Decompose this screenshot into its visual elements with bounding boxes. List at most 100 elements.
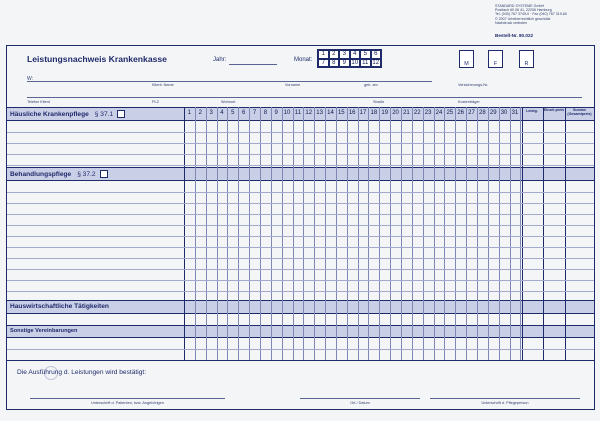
day-column-line — [216, 107, 218, 360]
month-box[interactable]: 10 — [349, 58, 360, 67]
day-header: 14 — [327, 110, 334, 116]
day-header: 22 — [413, 110, 421, 116]
month-box[interactable]: 5 — [360, 50, 371, 59]
table-row-line — [7, 165, 594, 166]
section-bar-other — [7, 325, 594, 338]
month-box[interactable]: 9 — [339, 58, 350, 67]
day-header: 26 — [457, 110, 465, 116]
section-housekeeping: Hauswirtschaftliche Tätigkeiten — [10, 303, 109, 310]
day-column-line — [444, 107, 446, 360]
table-row-line — [7, 280, 594, 281]
day-header: 29 — [489, 110, 497, 116]
day-header: 24 — [435, 110, 443, 116]
day-column-line — [411, 107, 413, 360]
day-column-line — [303, 107, 305, 360]
page-title: Leistungsnachweis Krankenkasse — [27, 54, 167, 64]
client-line-1[interactable] — [27, 81, 432, 82]
client-name-label: Klient: Name — [152, 83, 174, 87]
form-page: STANDARD SYSTEME GmbH Postfach 60 06 41,… — [0, 0, 600, 421]
company-info: STANDARD SYSTEME GmbH Postfach 60 06 41,… — [495, 4, 595, 25]
section-treatment-para: § 37.2 — [77, 170, 96, 178]
month-box[interactable]: 4 — [349, 50, 360, 59]
month-box[interactable]: 7 — [318, 58, 329, 67]
col-leistg: Leistg. — [526, 109, 538, 113]
day-header: 9 — [274, 110, 278, 116]
day-header: 2 — [198, 110, 202, 116]
day-column-line — [422, 107, 424, 360]
year-field[interactable] — [229, 64, 277, 65]
sig-patient-label: Unterschrift d. Patienten, bzw. Angehöri… — [91, 401, 164, 405]
summary-column-line — [565, 107, 566, 360]
month-box[interactable]: 3 — [339, 50, 350, 59]
table-row-line — [7, 236, 594, 237]
day-column-line — [325, 107, 327, 360]
day-column-line — [314, 107, 316, 360]
day-column-line — [270, 107, 272, 360]
table-row-line — [7, 192, 594, 193]
day-header: 27 — [468, 110, 475, 116]
sig-patient-line[interactable] — [30, 398, 225, 399]
checkbox-f-label: F — [493, 61, 498, 67]
carrier-label: Kostenträger — [458, 100, 480, 104]
company-line: Nachdruck verboten — [495, 20, 528, 25]
col-summe: Summe (Gesamtpreis) — [567, 108, 592, 116]
sig-service-line[interactable] — [430, 398, 580, 399]
month-box[interactable]: 8 — [328, 58, 339, 67]
day-header: 20 — [392, 110, 399, 116]
month-box[interactable]: 1 — [318, 50, 329, 59]
day-header: 19 — [381, 110, 389, 116]
year-label: Jahr: — [213, 57, 227, 63]
section-home-care-para: § 37.1 — [94, 110, 114, 118]
day-header: 11 — [294, 110, 302, 116]
table-row-line — [7, 203, 594, 204]
day-column-line — [433, 107, 435, 360]
zip-label: PLZ — [152, 100, 159, 104]
month-box[interactable]: 2 — [328, 50, 339, 59]
month-box[interactable]: 6 — [370, 50, 381, 59]
phone-label: Telefon Klient — [27, 100, 50, 104]
section-treatment-title: Behandlungspflege — [10, 170, 72, 178]
section-other: Sonstige Vereinbarungen — [10, 328, 78, 334]
summary-column-line — [522, 107, 523, 360]
day-column-line — [184, 107, 185, 360]
table-row-line — [7, 225, 594, 226]
day-header: 21 — [403, 110, 410, 116]
service-table: Häusliche Krankenpflege § 37.1 Behandlung… — [7, 107, 594, 361]
section-home-care: Häusliche Krankenpflege § 37.1 — [10, 110, 126, 118]
day-header: 12 — [305, 110, 313, 116]
day-header: 8 — [263, 110, 268, 116]
day-column-line — [476, 107, 478, 360]
city-label: Wohnort — [221, 100, 236, 104]
treatment-checkbox[interactable] — [99, 170, 108, 178]
table-row-line — [7, 349, 594, 350]
client-line-2[interactable] — [27, 97, 582, 98]
table-row-line — [7, 269, 594, 270]
table-row-line — [7, 154, 594, 155]
day-column-line — [498, 107, 500, 360]
day-header: 30 — [500, 110, 508, 116]
table-row-line — [7, 214, 594, 215]
month-box[interactable]: 12 — [370, 58, 381, 67]
day-column-line — [509, 107, 511, 360]
month-box[interactable]: 11 — [360, 58, 371, 67]
day-header: 10 — [283, 110, 291, 116]
insurance-no-label: Versicherungs-Nr. — [458, 83, 489, 87]
col-einzelpreis: Einzel-preis — [543, 108, 565, 112]
street-label: Straße — [373, 100, 385, 104]
sig-date-line[interactable] — [300, 398, 420, 399]
day-column-line — [466, 107, 468, 360]
day-header: 17 — [359, 110, 367, 116]
day-column-line — [227, 107, 229, 360]
summary-column-line — [543, 107, 544, 360]
day-header: 28 — [479, 110, 486, 116]
checkbox-m-label: M — [464, 61, 469, 67]
home-care-checkbox[interactable] — [117, 110, 126, 118]
day-header: 5 — [231, 110, 235, 116]
day-column-line — [205, 107, 207, 360]
sig-service-label: Unterschrift d. Pflegeperson — [481, 401, 529, 405]
day-column-line — [346, 107, 348, 360]
confirm-text: Die Ausführung d. Leistungen wird bestät… — [17, 369, 147, 376]
checkbox-r-label: R — [524, 61, 529, 67]
day-header: 16 — [348, 110, 356, 116]
day-header: 13 — [316, 110, 323, 116]
